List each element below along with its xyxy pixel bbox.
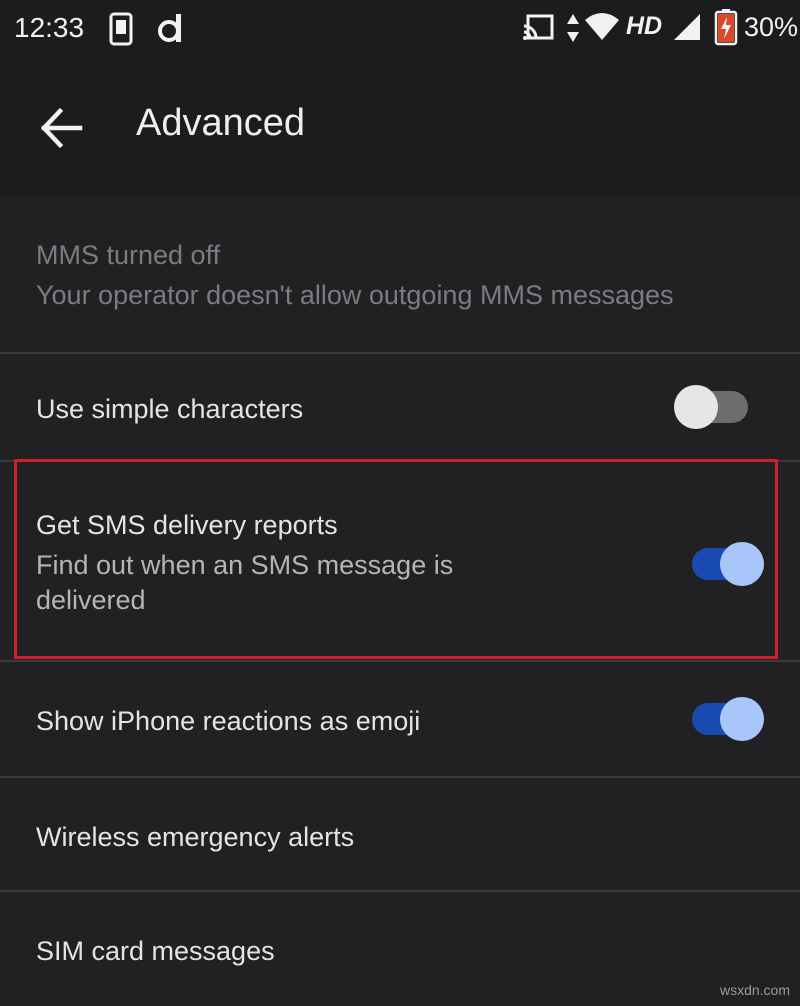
setting-wireless-alerts-title: Wireless emergency alerts (36, 822, 355, 852)
back-button[interactable] (30, 96, 94, 160)
iphone-reactions-toggle[interactable] (674, 697, 764, 741)
cast-icon (523, 14, 554, 40)
sms-delivery-toggle[interactable] (674, 542, 764, 586)
setting-sim-messages-title: SIM card messages (36, 936, 275, 966)
toggle-thumb (674, 385, 718, 429)
phone-icon (109, 12, 133, 46)
setting-sms-delivery-reports[interactable]: Get SMS delivery reports Find out when a… (0, 462, 800, 662)
setting-mms-title: MMS turned off (36, 240, 221, 270)
toggle-thumb (720, 697, 764, 741)
setting-simple-characters[interactable]: Use simple characters (0, 354, 800, 462)
battery-percent: 30% (744, 12, 799, 42)
simple-characters-toggle[interactable] (674, 385, 764, 429)
app-bar: Advanced (0, 56, 800, 196)
setting-sms-delivery-subtitle: Find out when an SMS message is delivered (36, 550, 454, 615)
setting-simple-characters-title: Use simple characters (36, 394, 304, 424)
setting-mms-subtitle: Your operator doesn't allow outgoing MMS… (36, 280, 674, 310)
setting-wireless-emergency-alerts[interactable]: Wireless emergency alerts (0, 778, 800, 892)
arrow-left-icon (40, 107, 83, 149)
wifi-icon (585, 13, 619, 40)
watermark: wsxdn.com (719, 982, 790, 998)
data-arrows-icon (567, 14, 579, 42)
setting-iphone-reactions[interactable]: Show iPhone reactions as emoji (0, 662, 800, 778)
setting-mms: MMS turned off Your operator doesn't all… (0, 196, 800, 354)
network-type: HD (626, 12, 663, 40)
toggle-thumb (720, 542, 764, 586)
page-title: Advanced (136, 102, 306, 144)
setting-sim-card-messages[interactable]: SIM card messages (0, 892, 800, 1006)
cell-signal-icon (674, 14, 700, 40)
setting-sms-delivery-title: Get SMS delivery reports (36, 510, 338, 540)
status-time: 12:33 (14, 12, 85, 43)
setting-iphone-reactions-title: Show iPhone reactions as emoji (36, 706, 421, 736)
d-app-icon (158, 14, 181, 42)
battery-charging-icon (714, 9, 738, 46)
settings-list: MMS turned off Your operator doesn't all… (0, 196, 800, 1006)
status-bar: 12:33 HD 30% (0, 0, 800, 56)
